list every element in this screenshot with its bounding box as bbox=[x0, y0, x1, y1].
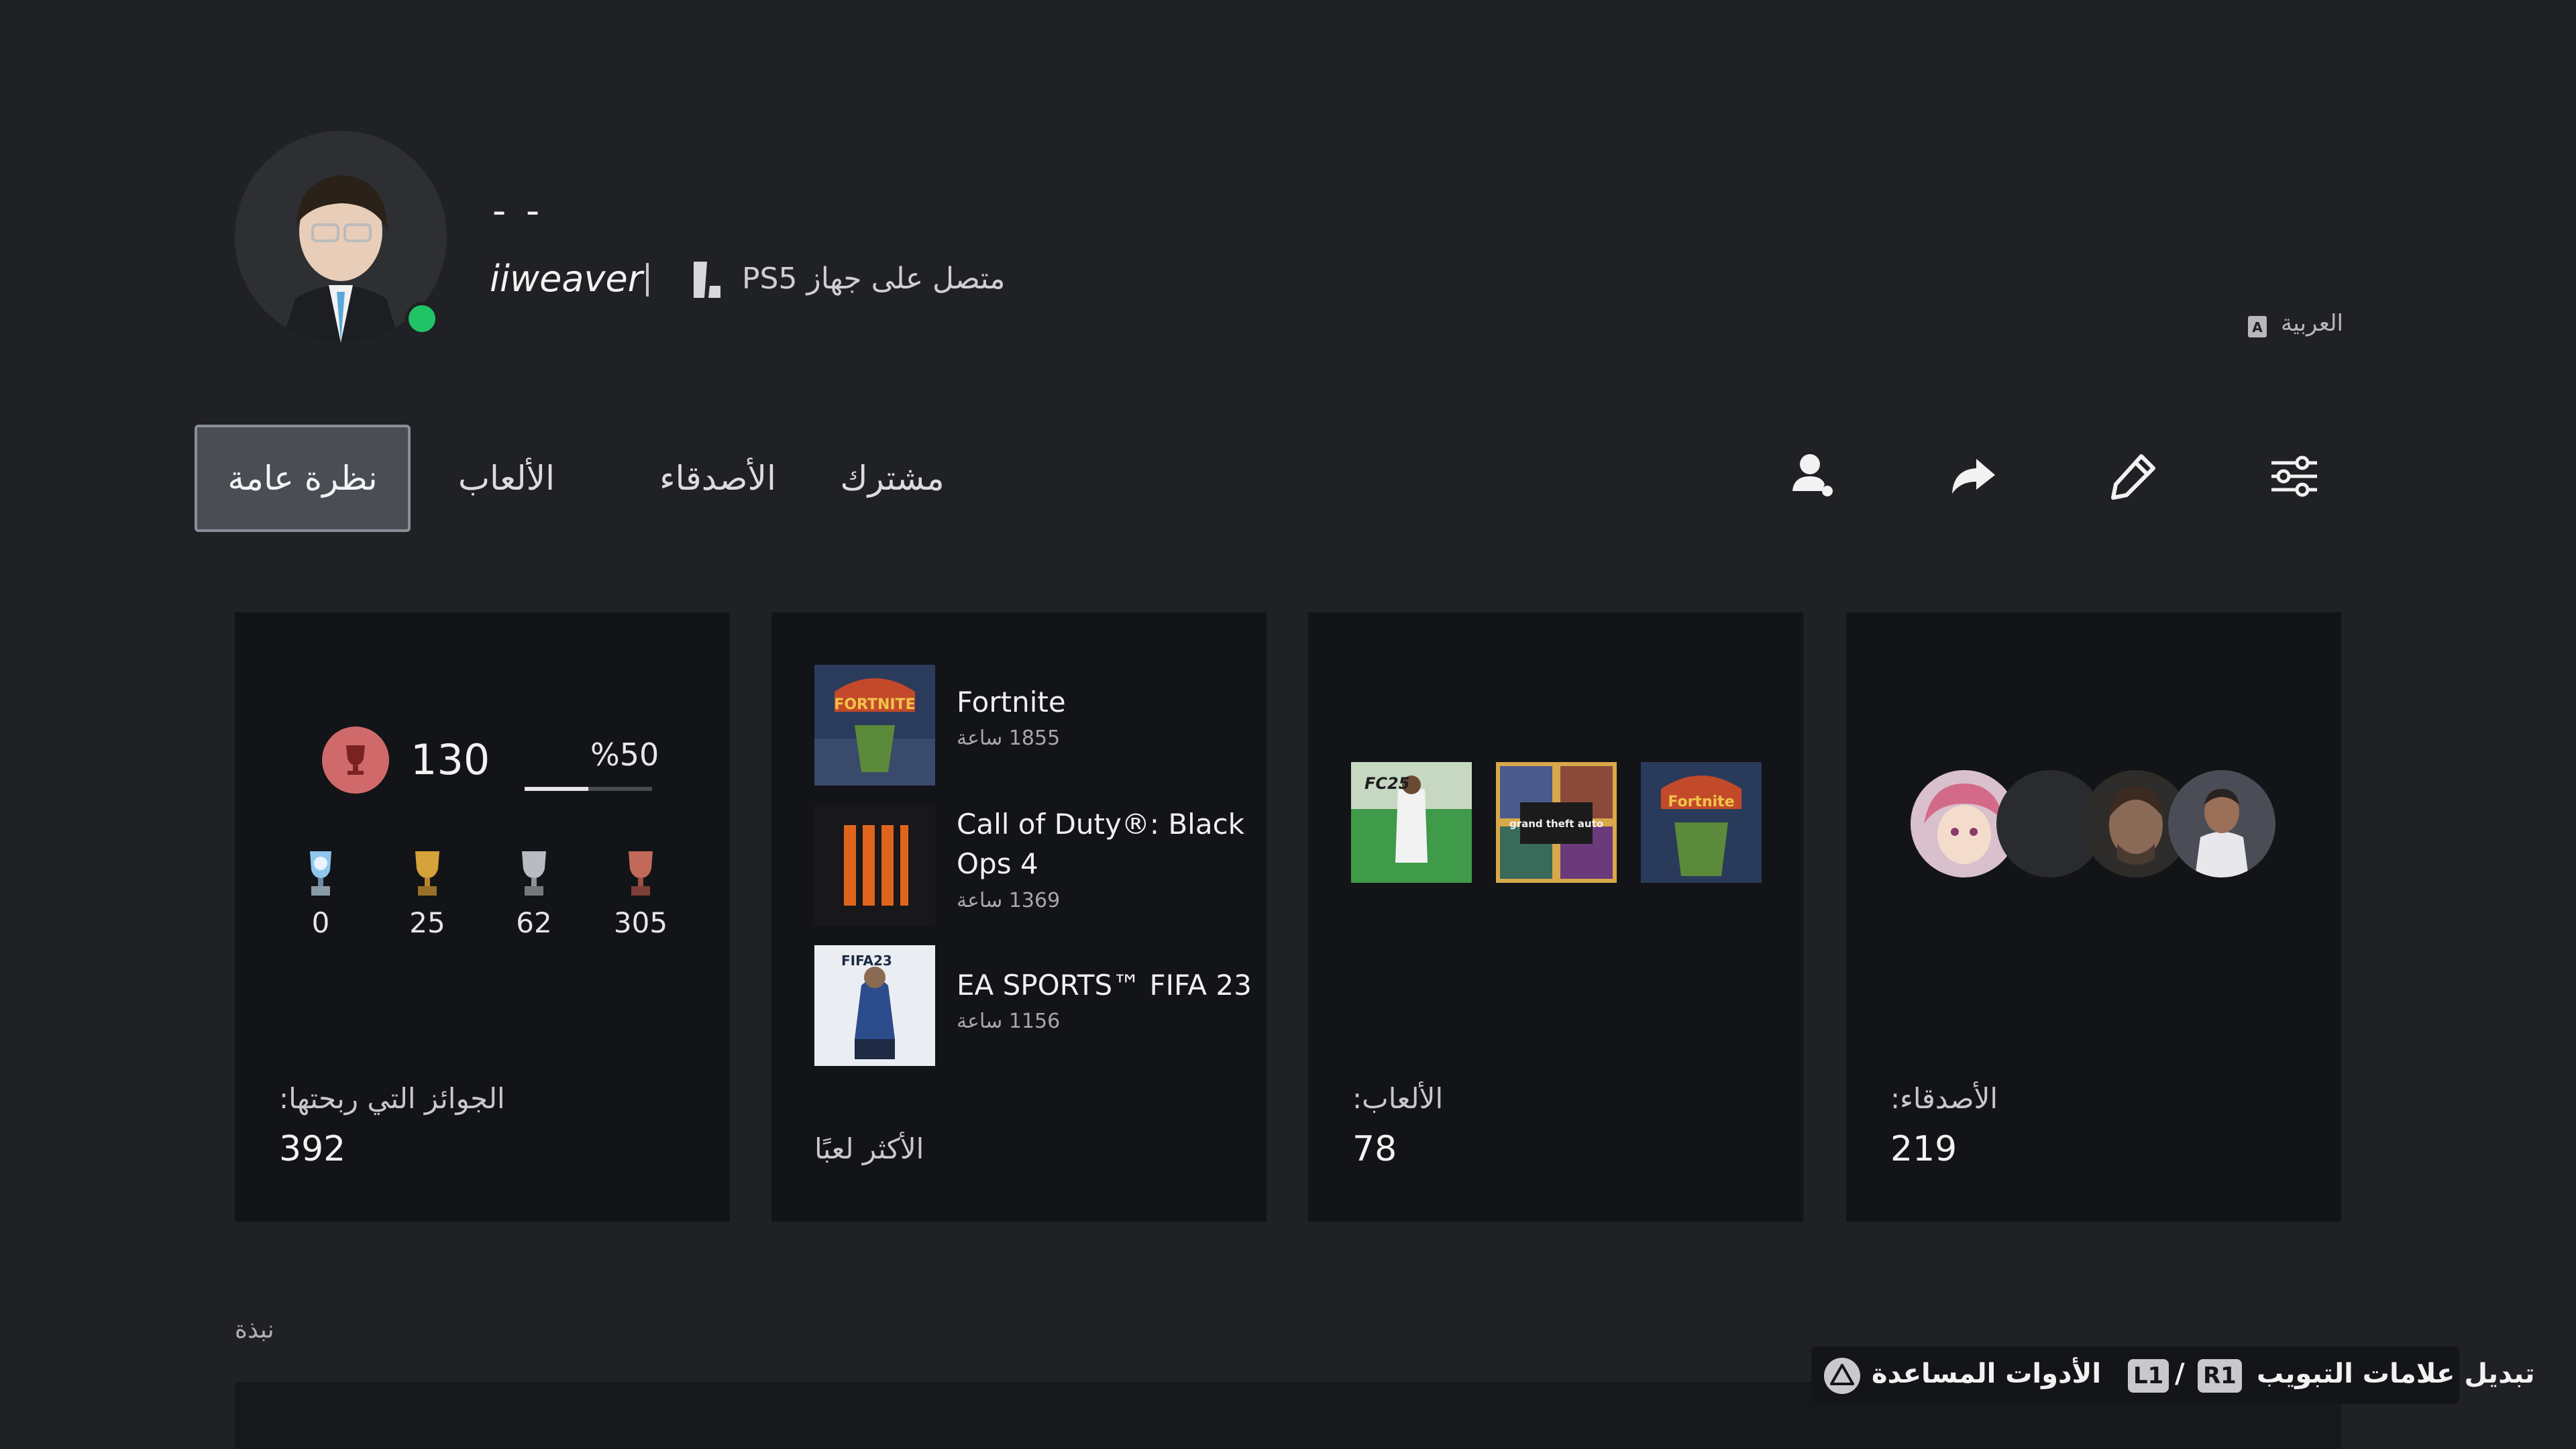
add-friend-button[interactable] bbox=[1780, 443, 1847, 510]
triangle-button-icon bbox=[1822, 1356, 1862, 1399]
about-label: نبذة bbox=[235, 1316, 274, 1344]
silver-count: 62 bbox=[516, 906, 552, 939]
most-played-hours: 1369 ساعة bbox=[957, 889, 1061, 912]
svg-text:A: A bbox=[2252, 319, 2263, 335]
fifa-thumb-text: FIFA23 bbox=[841, 953, 892, 969]
switch-tabs-hint: تبديل علامات التبويب bbox=[2257, 1358, 2535, 1389]
silver-trophy-icon bbox=[494, 847, 574, 901]
online-status-text: متصل على جهاز PS5 bbox=[742, 262, 1006, 296]
game-thumbnail: FORTNITE bbox=[814, 665, 935, 786]
language-label: العربية bbox=[2281, 310, 2343, 337]
friends-label: الأصدقاء: bbox=[1890, 1082, 1998, 1115]
trophies-earned-count: 392 bbox=[279, 1129, 346, 1169]
trophies-earned-label: الجوائز التي ربحتها: bbox=[279, 1082, 505, 1115]
edit-profile-button[interactable] bbox=[2100, 443, 2167, 510]
games-card[interactable]: FC25 grand theft auto Fortnite الألعاب: … bbox=[1308, 612, 1803, 1222]
trophy-level: 130 bbox=[411, 735, 490, 784]
svg-text:Fortnite: Fortnite bbox=[1668, 794, 1734, 810]
bronze-count: 305 bbox=[613, 906, 668, 939]
svg-text:FORTNITE: FORTNITE bbox=[834, 696, 915, 713]
games-count: 78 bbox=[1352, 1129, 1397, 1169]
friend-avatar bbox=[2168, 770, 2275, 877]
game-thumbnail-fc25: FC25 bbox=[1351, 762, 1472, 883]
online-status-indicator bbox=[405, 302, 439, 335]
friends-card[interactable]: الأصدقاء: 219 bbox=[1846, 612, 2341, 1222]
trophy-icon bbox=[346, 745, 365, 775]
online-id: iiweaver bbox=[490, 258, 643, 300]
most-played-card[interactable]: FORTNITE Fortnite 1855 ساعة Call of Duty… bbox=[771, 612, 1267, 1222]
settings-icon bbox=[2271, 455, 2317, 497]
most-played-hours: 1855 ساعة bbox=[957, 727, 1061, 750]
platinum-count: 0 bbox=[311, 906, 330, 939]
l1-button-icon: L1 bbox=[2128, 1359, 2169, 1393]
display-name: - - bbox=[492, 189, 544, 233]
tab-overview[interactable]: نظرة عامة bbox=[195, 425, 411, 532]
tab-shared[interactable]: مشترك bbox=[825, 425, 959, 532]
most-played-title-line1: Call of Duty®: Black bbox=[957, 808, 1245, 841]
assistive-tools-hint: الأدوات المساعدة bbox=[1872, 1358, 2102, 1389]
games-label: الألعاب: bbox=[1352, 1082, 1444, 1115]
game-thumbnail-fortnite: Fortnite bbox=[1641, 762, 1762, 883]
share-button[interactable] bbox=[1939, 443, 2006, 510]
tab-games[interactable]: الألعاب bbox=[443, 425, 570, 532]
most-played-hours: 1156 ساعة bbox=[957, 1010, 1061, 1033]
share-icon bbox=[1952, 459, 1995, 494]
r1-button-icon: R1 bbox=[2198, 1359, 2242, 1393]
divider bbox=[646, 263, 649, 297]
keyboard-language-icon: A bbox=[2247, 315, 2267, 341]
game-thumbnail bbox=[814, 805, 935, 926]
friends-count: 219 bbox=[1890, 1129, 1957, 1169]
most-played-title: EA SPORTS™ FIFA 23 bbox=[957, 969, 1252, 1002]
game-thumbnail: FIFA23 bbox=[814, 945, 935, 1066]
profile-settings-button[interactable] bbox=[2261, 443, 2328, 510]
svg-text:FC25: FC25 bbox=[1364, 774, 1409, 793]
gold-trophy-icon bbox=[387, 847, 468, 901]
gold-count: 25 bbox=[409, 906, 445, 939]
platinum-trophy-icon bbox=[280, 847, 361, 901]
tab-friends[interactable]: الأصدقاء bbox=[624, 425, 812, 532]
game-thumbnail-gta: grand theft auto bbox=[1496, 762, 1617, 883]
add-friend-icon bbox=[1792, 454, 1833, 496]
svg-text:grand theft auto: grand theft auto bbox=[1509, 818, 1603, 830]
trophy-level-badge bbox=[322, 727, 389, 794]
most-played-title-line2: Ops 4 bbox=[957, 847, 1038, 880]
edit-icon bbox=[2111, 454, 2155, 500]
most-played-label: الأكثر لعبًا bbox=[814, 1132, 924, 1165]
most-played-title: Fortnite bbox=[957, 686, 1066, 718]
console-icon bbox=[690, 259, 723, 303]
bronze-trophy-icon bbox=[600, 847, 681, 901]
level-progress-fill bbox=[525, 787, 588, 791]
level-progress-text: %50 bbox=[590, 737, 659, 773]
hint-slash: / bbox=[2175, 1358, 2185, 1389]
trophies-card[interactable]: 130 %50 0 25 62 305 الجوائز التي ربحتها:… bbox=[235, 612, 730, 1222]
